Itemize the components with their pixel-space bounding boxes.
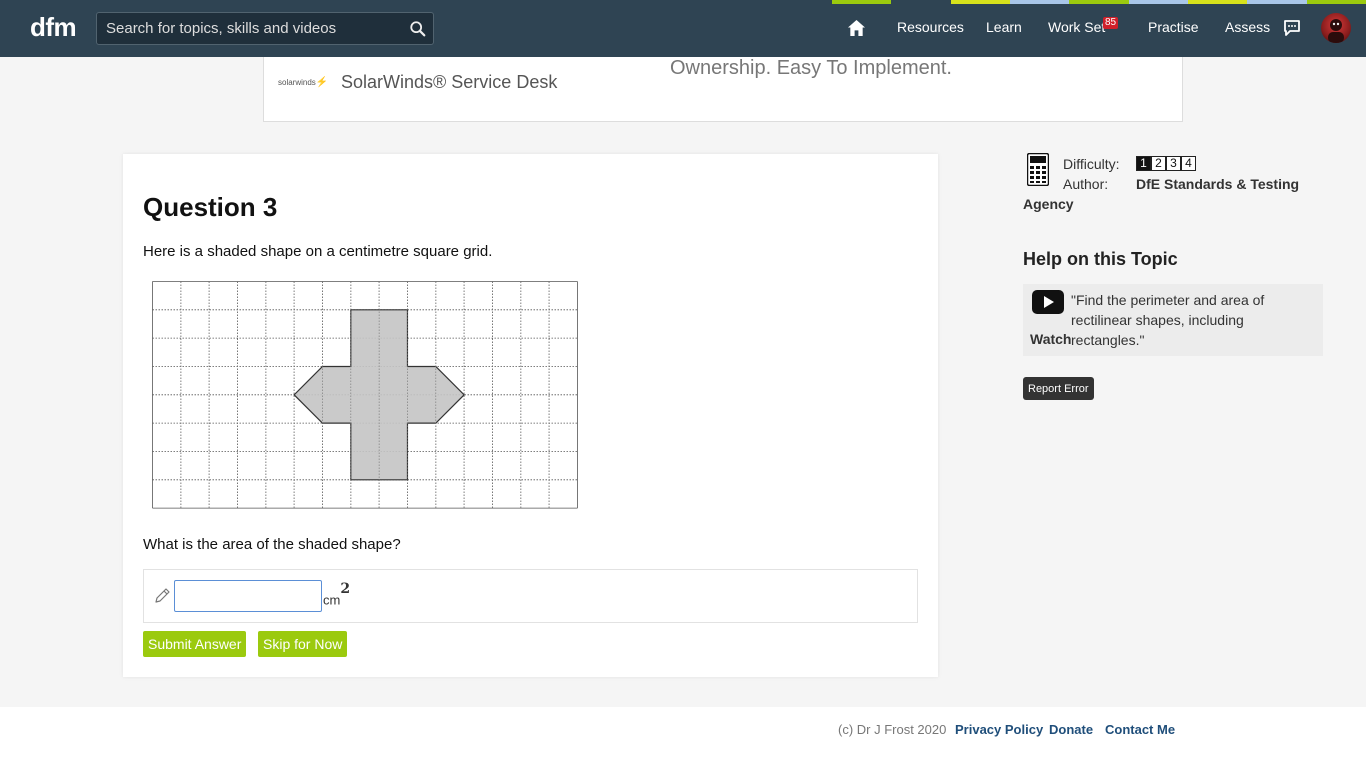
nav-work-set[interactable]: Work Set	[1048, 19, 1105, 35]
color-stripe-segment	[832, 0, 892, 4]
nav-assess[interactable]: Assess	[1225, 19, 1270, 35]
copyright-text: (c) Dr J Frost 2020	[838, 722, 947, 737]
ad-text: Ownership. Easy To Implement.	[670, 57, 952, 79]
difficulty-level-3[interactable]: 3	[1166, 156, 1181, 171]
contact-link[interactable]: Contact Me	[1105, 722, 1175, 737]
unit-power: 2	[340, 581, 351, 597]
donate-link[interactable]: Donate	[1049, 722, 1093, 737]
nav-learn[interactable]: Learn	[986, 19, 1022, 35]
color-stripe-segment	[1306, 0, 1366, 4]
author-name[interactable]: DfE Standards & Testing	[1136, 176, 1299, 192]
footer: (c) Dr J Frost 2020 Privacy Policy Donat…	[0, 707, 1366, 768]
ad-title: SolarWinds® Service Desk	[341, 72, 558, 92]
flame-icon: ⚡	[315, 77, 329, 88]
search-input[interactable]	[97, 13, 397, 44]
question-prompt: Here is a shaded shape on a centimetre s…	[143, 243, 493, 260]
difficulty-label: Difficulty:	[1063, 156, 1120, 172]
answer-area: cm2	[143, 569, 918, 623]
color-stripe-segment	[1128, 0, 1188, 4]
color-stripe-segment	[891, 0, 951, 4]
answer-input[interactable]	[174, 580, 322, 612]
watch-link[interactable]: Watch	[1030, 331, 1071, 347]
help-video-title: "Find the perimeter and area of rectilin…	[1071, 292, 1265, 348]
play-icon[interactable]	[1032, 290, 1064, 314]
top-navigation-bar: dfm Resources Learn Work Set 85 Practise…	[0, 0, 1366, 57]
search-icon[interactable]	[409, 20, 427, 38]
question-card: Question 3 Here is a shaded shape on a c…	[123, 154, 938, 677]
avatar-image	[1328, 19, 1344, 43]
unit-label: cm	[323, 592, 341, 608]
ad-logo-text: solarwinds	[278, 78, 316, 87]
difficulty-level-4[interactable]: 4	[1181, 156, 1196, 171]
color-stripe-segment	[1187, 0, 1248, 4]
color-stripe-segment	[1009, 0, 1070, 4]
difficulty-level-2[interactable]: 2	[1151, 156, 1166, 171]
search-bar	[96, 12, 434, 45]
color-stripe-segment	[1069, 0, 1129, 4]
shaded-shape	[293, 309, 465, 481]
color-stripe-segment	[950, 0, 1010, 4]
work-set-count-badge: 85	[1103, 17, 1119, 29]
difficulty-level-1[interactable]: 1	[1136, 156, 1151, 171]
user-avatar[interactable]	[1321, 13, 1351, 43]
nav-practise[interactable]: Practise	[1148, 19, 1199, 35]
calculator-icon	[1027, 153, 1049, 186]
submit-answer-button[interactable]: Submit Answer	[143, 631, 247, 657]
privacy-policy-link[interactable]: Privacy Policy	[955, 722, 1043, 737]
home-icon[interactable]	[847, 19, 866, 37]
chat-icon[interactable]	[1283, 19, 1301, 37]
difficulty-rating: 1234	[1136, 156, 1196, 171]
color-stripe-segment	[1247, 0, 1307, 4]
ad-logo: solarwinds⚡	[278, 77, 328, 88]
help-title: Help on this Topic	[1023, 249, 1178, 269]
advertisement-banner[interactable]: solarwinds⚡ SolarWinds® Service Desk Own…	[263, 57, 1183, 122]
author-label: Author:	[1063, 176, 1109, 192]
nav-resources[interactable]: Resources	[897, 19, 964, 35]
color-stripe	[832, 0, 1366, 4]
skip-button[interactable]: Skip for Now	[258, 631, 348, 657]
help-video-card[interactable]: "Find the perimeter and area of rectilin…	[1023, 284, 1323, 356]
pencil-icon	[155, 588, 170, 603]
shape-grid-figure	[152, 281, 578, 509]
report-error-button[interactable]: Report Error	[1023, 377, 1094, 400]
site-logo[interactable]: dfm	[30, 12, 77, 43]
author-name-continued[interactable]: Agency	[1023, 196, 1074, 212]
answer-unit: cm2	[323, 581, 350, 608]
question-text: What is the area of the shaded shape?	[143, 536, 401, 553]
question-title: Question 3	[143, 192, 278, 222]
